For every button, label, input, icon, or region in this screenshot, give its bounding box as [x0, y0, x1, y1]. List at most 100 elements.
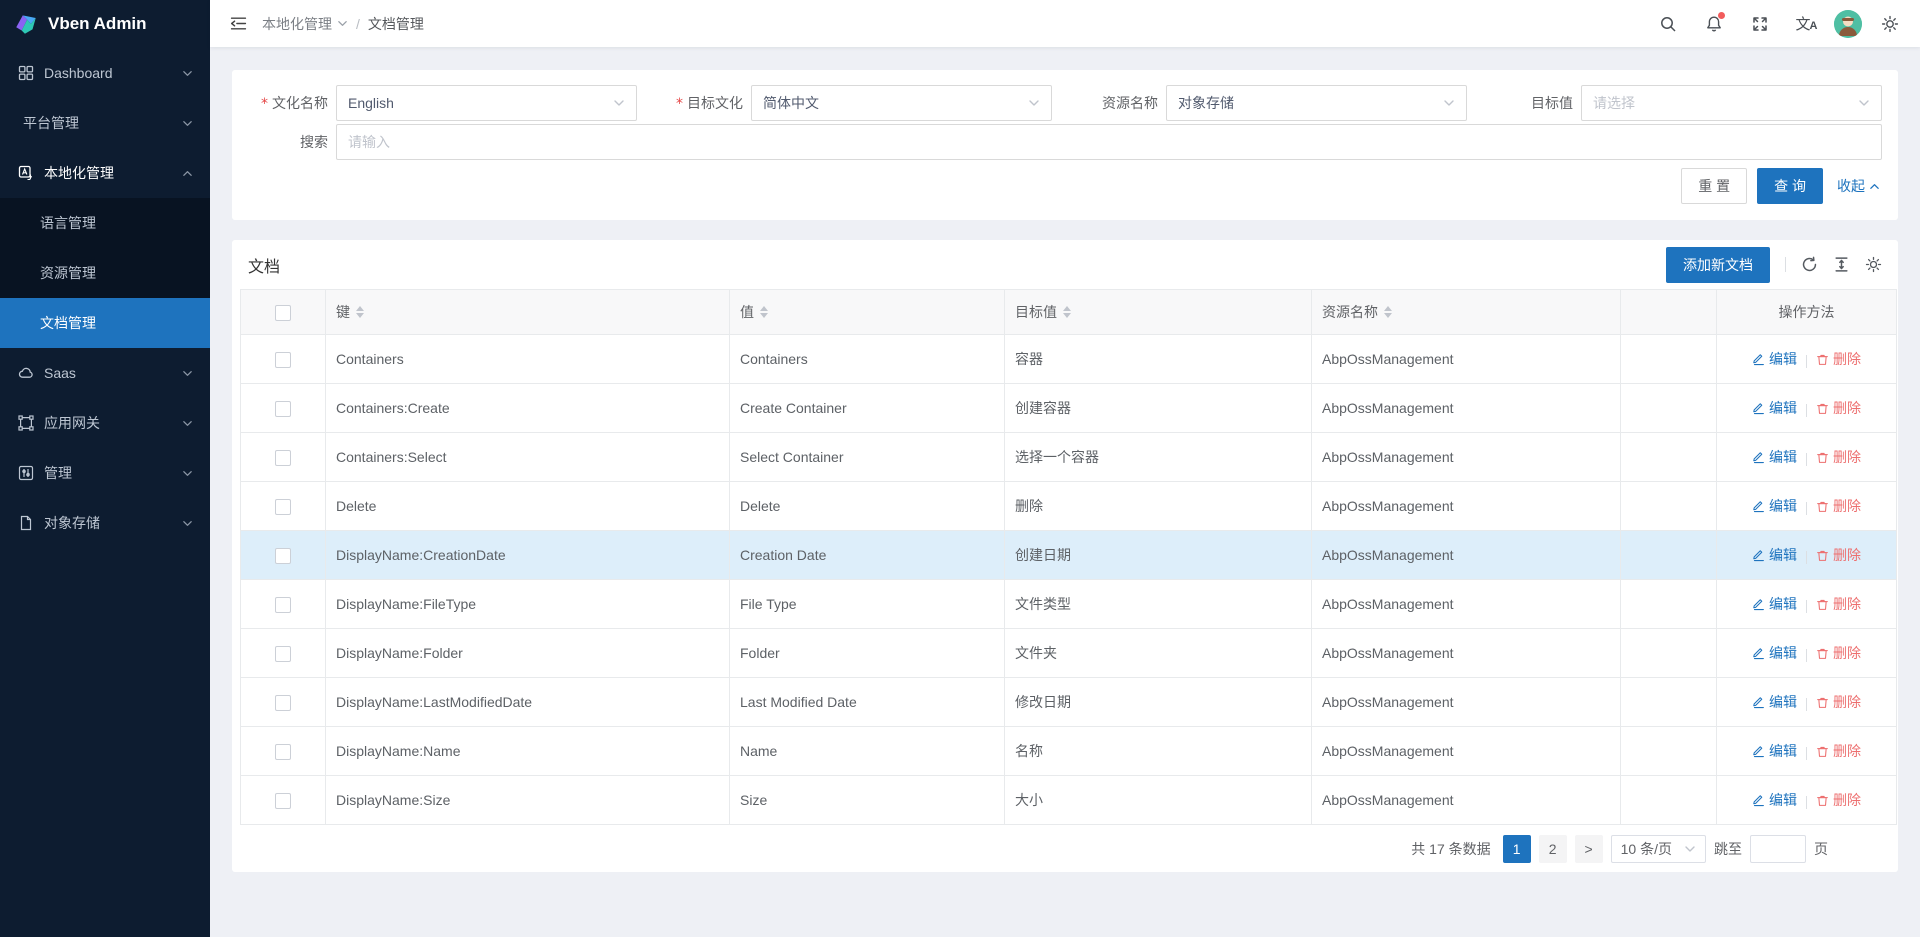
- row-checkbox[interactable]: [275, 352, 291, 368]
- filter-actions: 重 置 查 询 收起: [1681, 168, 1880, 204]
- add-document-button[interactable]: 添加新文档: [1666, 247, 1770, 283]
- edit-button[interactable]: 编辑: [1752, 594, 1797, 614]
- edit-button[interactable]: 编辑: [1752, 496, 1797, 516]
- delete-button[interactable]: 删除: [1816, 594, 1861, 614]
- sort-icon[interactable]: [760, 306, 768, 318]
- field-label: 目标文化: [663, 93, 743, 113]
- table-row[interactable]: DisplayName:NameName名称AbpOssManagement编辑…: [241, 727, 1897, 776]
- chevron-down-icon: [1443, 97, 1455, 109]
- cell-key: Containers: [326, 335, 730, 384]
- sidebar-item-gateway[interactable]: 应用网关: [0, 398, 210, 448]
- edit-button[interactable]: 编辑: [1752, 643, 1797, 663]
- culture-name-select[interactable]: English: [336, 85, 637, 121]
- query-button[interactable]: 查 询: [1757, 168, 1823, 204]
- cell-key: DisplayName:Folder: [326, 629, 730, 678]
- edit-button[interactable]: 编辑: [1752, 545, 1797, 565]
- search-input[interactable]: 请输入: [336, 124, 1882, 160]
- table-row[interactable]: Containers:CreateCreate Container创建容器Abp…: [241, 384, 1897, 433]
- sidebar-item-object-storage[interactable]: 对象存储: [0, 498, 210, 548]
- table-row[interactable]: Containers:SelectSelect Container选择一个容器A…: [241, 433, 1897, 482]
- table-row[interactable]: DisplayName:LastModifiedDateLast Modifie…: [241, 678, 1897, 727]
- row-checkbox[interactable]: [275, 499, 291, 515]
- chevron-down-icon: [613, 97, 625, 109]
- sidebar-item-dashboard[interactable]: Dashboard: [0, 48, 210, 98]
- row-checkbox[interactable]: [275, 744, 291, 760]
- delete-button[interactable]: 删除: [1816, 790, 1861, 810]
- sidebar-item-saas[interactable]: Saas: [0, 348, 210, 398]
- field-label: 文化名称: [248, 93, 328, 113]
- user-avatar[interactable]: [1834, 10, 1862, 38]
- sidebar-menu: Dashboard 平台管理 本地化管理: [0, 48, 210, 548]
- table-row[interactable]: DisplayName:CreationDateCreation Date创建日…: [241, 531, 1897, 580]
- sidebar-item-label: 文档管理: [40, 313, 96, 333]
- table-row[interactable]: ContainersContainers容器AbpOssManagement编辑…: [241, 335, 1897, 384]
- column-settings-gear-icon[interactable]: [1865, 256, 1882, 273]
- delete-button[interactable]: 删除: [1816, 741, 1861, 761]
- settings-gear-icon[interactable]: [1872, 6, 1908, 42]
- sidebar-item-management[interactable]: 管理: [0, 448, 210, 498]
- translate-icon[interactable]: 文A: [1788, 6, 1824, 42]
- notification-bell-icon[interactable]: [1696, 6, 1732, 42]
- table-row[interactable]: DisplayName:FileTypeFile Type文件类型AbpOssM…: [241, 580, 1897, 629]
- delete-button[interactable]: 删除: [1816, 692, 1861, 712]
- jump-label: 跳至: [1714, 839, 1742, 859]
- edit-button[interactable]: 编辑: [1752, 447, 1797, 467]
- delete-button[interactable]: 删除: [1816, 545, 1861, 565]
- row-checkbox[interactable]: [275, 548, 291, 564]
- delete-button[interactable]: 删除: [1816, 643, 1861, 663]
- row-checkbox[interactable]: [275, 450, 291, 466]
- sidebar-item-resource-management[interactable]: 资源管理: [0, 248, 210, 298]
- delete-button[interactable]: 删除: [1816, 496, 1861, 516]
- page-button-2[interactable]: 2: [1539, 835, 1567, 863]
- refresh-icon[interactable]: [1801, 256, 1818, 273]
- table-row[interactable]: DisplayName:FolderFolder文件夹AbpOssManagem…: [241, 629, 1897, 678]
- cell-value: Creation Date: [730, 531, 1005, 580]
- sidebar-item-language-management[interactable]: 语言管理: [0, 198, 210, 248]
- edit-button[interactable]: 编辑: [1752, 692, 1797, 712]
- sort-icon[interactable]: [1063, 306, 1071, 318]
- delete-button[interactable]: 删除: [1816, 398, 1861, 418]
- edit-button[interactable]: 编辑: [1752, 741, 1797, 761]
- target-culture-select[interactable]: 简体中文: [751, 85, 1052, 121]
- next-page-button[interactable]: >: [1575, 835, 1603, 863]
- delete-button[interactable]: 删除: [1816, 447, 1861, 467]
- sort-icon[interactable]: [356, 306, 364, 318]
- dashboard-icon: [17, 65, 34, 82]
- sidebar-item-platform[interactable]: 平台管理: [0, 98, 210, 148]
- delete-button[interactable]: 删除: [1816, 349, 1861, 369]
- sort-icon[interactable]: [1384, 306, 1392, 318]
- row-checkbox[interactable]: [275, 597, 291, 613]
- breadcrumb-root[interactable]: 本地化管理: [262, 14, 348, 34]
- sidebar-item-localization[interactable]: 本地化管理: [0, 148, 210, 198]
- edit-button[interactable]: 编辑: [1752, 349, 1797, 369]
- collapse-filter-link[interactable]: 收起: [1837, 176, 1880, 196]
- table-row[interactable]: DeleteDelete删除AbpOssManagement编辑删除: [241, 482, 1897, 531]
- app-logo[interactable]: Vben Admin: [0, 0, 210, 48]
- sidebar-item-document-management[interactable]: 文档管理: [0, 298, 210, 348]
- row-height-icon[interactable]: [1833, 256, 1850, 273]
- edit-button[interactable]: 编辑: [1752, 398, 1797, 418]
- table-row[interactable]: DisplayName:SizeSize大小AbpOssManagement编辑…: [241, 776, 1897, 825]
- cell-key: DisplayName:Size: [326, 776, 730, 825]
- page-size-select[interactable]: 10 条/页: [1611, 835, 1706, 863]
- cloud-icon: [17, 365, 34, 382]
- select-all-checkbox[interactable]: [275, 305, 291, 321]
- edit-button[interactable]: 编辑: [1752, 790, 1797, 810]
- delete-trash-icon: [1816, 696, 1829, 709]
- cell-target-value: 创建容器: [1005, 384, 1312, 433]
- target-value-select[interactable]: 请选择: [1581, 85, 1882, 121]
- row-checkbox[interactable]: [275, 695, 291, 711]
- search-icon[interactable]: [1650, 6, 1686, 42]
- reset-button[interactable]: 重 置: [1681, 168, 1747, 204]
- select-placeholder: 请选择: [1593, 93, 1635, 113]
- resource-name-select[interactable]: 对象存储: [1166, 85, 1467, 121]
- fullscreen-icon[interactable]: [1742, 6, 1778, 42]
- cell-target-value: 文件类型: [1005, 580, 1312, 629]
- page-button-1[interactable]: 1: [1503, 835, 1531, 863]
- menu-fold-icon[interactable]: [222, 8, 254, 40]
- row-checkbox[interactable]: [275, 646, 291, 662]
- row-checkbox[interactable]: [275, 401, 291, 417]
- column-header-actions: 操作方法: [1717, 290, 1897, 335]
- jump-page-input[interactable]: [1750, 835, 1806, 863]
- row-checkbox[interactable]: [275, 793, 291, 809]
